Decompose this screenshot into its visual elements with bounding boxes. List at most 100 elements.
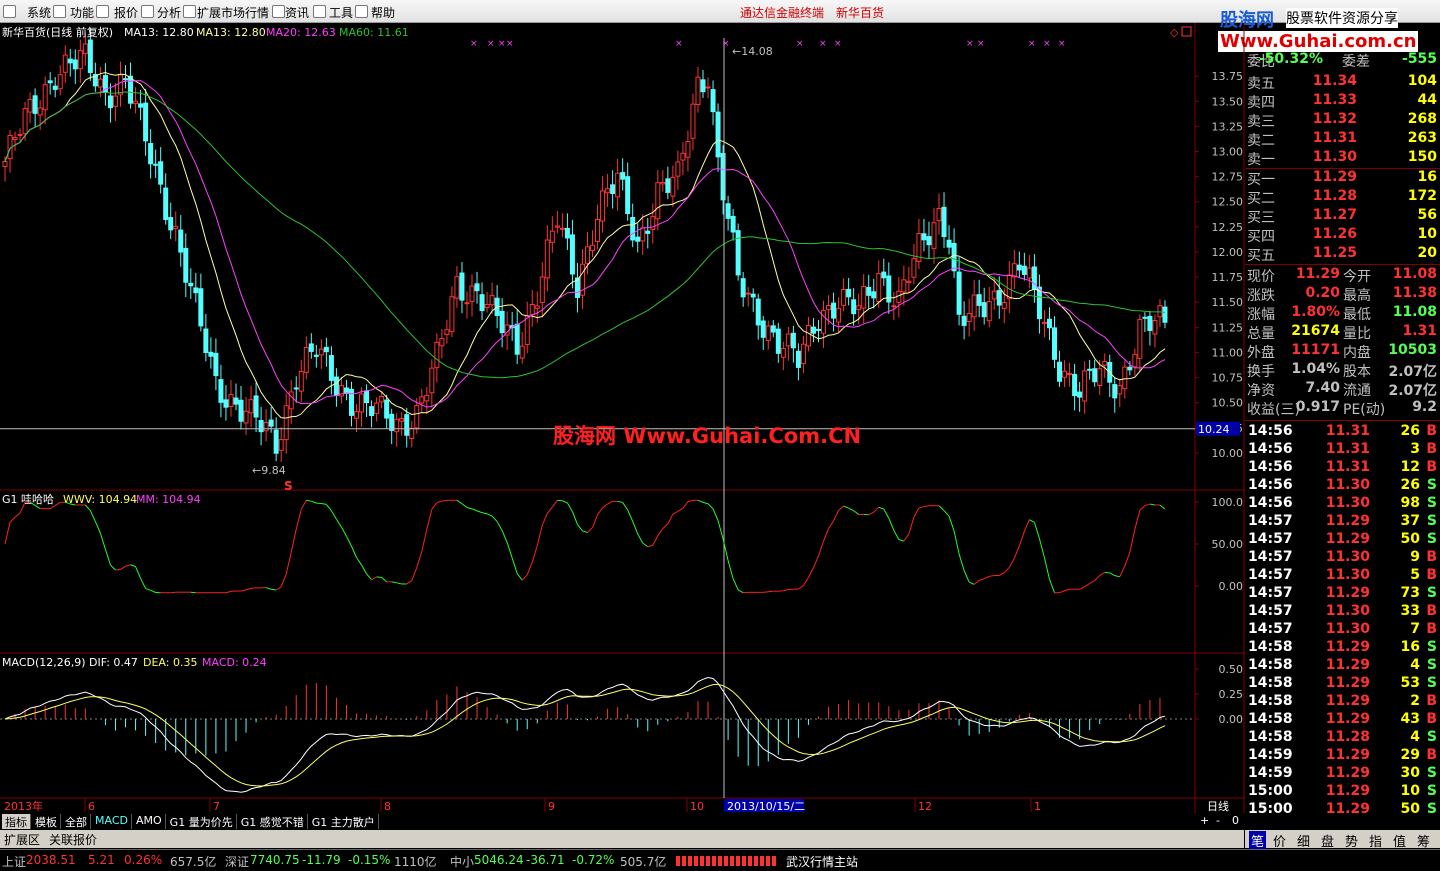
sh-index-amount: 657.5亿 bbox=[170, 855, 217, 869]
right-tab[interactable]: 指 bbox=[1369, 831, 1382, 850]
buy-volume: 20 bbox=[1417, 245, 1437, 261]
right-tab[interactable]: 细 bbox=[1297, 831, 1310, 850]
indicator-tab[interactable]: MACD bbox=[92, 814, 132, 829]
tick-time: 14:56 bbox=[1248, 459, 1293, 475]
function-icon bbox=[53, 5, 66, 18]
indicator-tab[interactable]: AMO bbox=[133, 814, 166, 829]
candle-body bbox=[534, 305, 540, 309]
tick-volume: 50 bbox=[1400, 801, 1420, 817]
ind1-segment bbox=[717, 520, 724, 540]
ind1-segment bbox=[637, 533, 644, 544]
ind1-segment bbox=[1029, 519, 1035, 523]
event-marker: × bbox=[506, 39, 514, 49]
candle-body bbox=[248, 399, 254, 414]
menu-function[interactable]: 功能 bbox=[70, 4, 94, 21]
menu-news[interactable]: 资讯 bbox=[285, 4, 309, 21]
tick-side: S bbox=[1426, 477, 1437, 493]
menu-tools[interactable]: 工具 bbox=[329, 4, 353, 21]
ind1-segment bbox=[737, 589, 744, 594]
sell-label: 卖三 bbox=[1247, 114, 1275, 130]
stat-value2: 9.2 bbox=[1412, 399, 1437, 415]
ind1-segment bbox=[1079, 586, 1085, 590]
ind1-segment bbox=[466, 507, 473, 510]
candle-body bbox=[986, 301, 992, 322]
candle-body bbox=[469, 285, 475, 303]
right-tab[interactable]: 价 bbox=[1273, 831, 1286, 850]
tick-time: 14:56 bbox=[1248, 495, 1293, 511]
tick-time: 14:59 bbox=[1248, 747, 1293, 763]
ind1-segment bbox=[1144, 503, 1151, 507]
tick-side: B bbox=[1426, 567, 1437, 583]
menu-system[interactable]: 系统 bbox=[27, 4, 51, 21]
server-name[interactable]: 武汉行情主站 bbox=[786, 853, 858, 870]
tab-related-quote[interactable]: 关联报价 bbox=[49, 831, 97, 848]
tab-control[interactable]: - bbox=[1216, 814, 1220, 827]
indicator-tab[interactable]: 模板 bbox=[32, 814, 61, 829]
indicator-tab[interactable]: G1 感觉不错 bbox=[238, 814, 308, 829]
candle-body bbox=[1067, 373, 1073, 376]
ind1-tick-label: 0.00 bbox=[1219, 580, 1244, 593]
candle-body bbox=[544, 239, 550, 279]
right-tab[interactable]: 笔 bbox=[1249, 831, 1267, 850]
indicator-tab[interactable]: 全部 bbox=[62, 814, 91, 829]
period-label: 日线 bbox=[1207, 799, 1229, 813]
tick-price: 11.29 bbox=[1325, 693, 1370, 709]
tick-row: 14:58 11.28 4 S bbox=[1245, 729, 1440, 747]
menu-help[interactable]: 帮助 bbox=[371, 4, 395, 21]
macd-dif: DIF: 0.47 bbox=[89, 656, 138, 669]
candle-body bbox=[765, 325, 771, 341]
right-tab[interactable]: 值 bbox=[1393, 831, 1406, 850]
ind1-segment bbox=[436, 500, 443, 504]
sell-level-row: 卖三 11.32 268 bbox=[1245, 111, 1440, 130]
sell-price: 11.31 bbox=[1312, 130, 1357, 146]
tick-side: S bbox=[1426, 513, 1437, 529]
quote-divider bbox=[1245, 168, 1440, 169]
candle-body bbox=[605, 188, 611, 194]
ind1-segment bbox=[838, 505, 844, 511]
stat-label2: 股本 bbox=[1343, 364, 1371, 380]
chart-area[interactable]: 13.75 13.50 13.25 13.00 12.75 12.50 12.25 12.00… bbox=[0, 23, 1245, 813]
indicator-tab[interactable]: G1 主力散户 bbox=[309, 814, 379, 829]
indicator-tab[interactable]: 指标 bbox=[2, 814, 31, 829]
right-tab[interactable]: 盘 bbox=[1321, 831, 1334, 850]
tick-side: S bbox=[1426, 639, 1437, 655]
tab-control[interactable]: + bbox=[1200, 814, 1209, 827]
tick-price: 11.31 bbox=[1325, 423, 1370, 439]
sz-index-change: -11.79 bbox=[302, 853, 341, 867]
candle-body bbox=[243, 410, 249, 424]
ind1-segment bbox=[1119, 565, 1126, 577]
tab-extension[interactable]: 扩展区 bbox=[4, 831, 40, 848]
candle-body bbox=[760, 320, 766, 338]
candle-body bbox=[424, 394, 430, 402]
tab-control[interactable]: 0 bbox=[1232, 814, 1239, 827]
ind1-segment bbox=[496, 521, 503, 531]
candle-body bbox=[47, 80, 53, 84]
candle-body bbox=[554, 225, 560, 228]
menu-quote[interactable]: 报价 bbox=[114, 4, 138, 21]
buy-level-row: 买四 11.26 10 bbox=[1245, 226, 1440, 245]
event-marker: × bbox=[977, 39, 985, 49]
candle-body bbox=[1072, 373, 1078, 397]
tick-price: 11.30 bbox=[1325, 621, 1370, 637]
buy-level-row: 买一 11.29 16 bbox=[1245, 169, 1440, 188]
candle-body bbox=[1117, 385, 1123, 395]
candle-body bbox=[228, 394, 234, 408]
candle-body bbox=[690, 103, 696, 139]
tick-time: 14:58 bbox=[1248, 711, 1293, 727]
candle-body bbox=[1001, 302, 1007, 309]
ind1-segment bbox=[948, 515, 955, 532]
candle-body bbox=[188, 282, 194, 287]
menu-ext-market[interactable]: 扩展市场行情 bbox=[197, 4, 269, 21]
tick-volume: 16 bbox=[1400, 639, 1420, 655]
candle-body bbox=[645, 230, 651, 234]
candle-body bbox=[660, 182, 666, 185]
right-tab[interactable]: 势 bbox=[1345, 831, 1358, 850]
indicator-tab[interactable]: G1 量为价先 bbox=[167, 814, 237, 829]
right-tab[interactable]: 筹 bbox=[1417, 831, 1430, 850]
date-month: 6 bbox=[88, 800, 95, 813]
ind1-segment bbox=[416, 551, 423, 568]
ind1-segment bbox=[582, 530, 588, 533]
candle-body bbox=[800, 343, 806, 365]
ind1-segment bbox=[918, 506, 925, 509]
menu-analysis[interactable]: 分析 bbox=[157, 4, 181, 21]
